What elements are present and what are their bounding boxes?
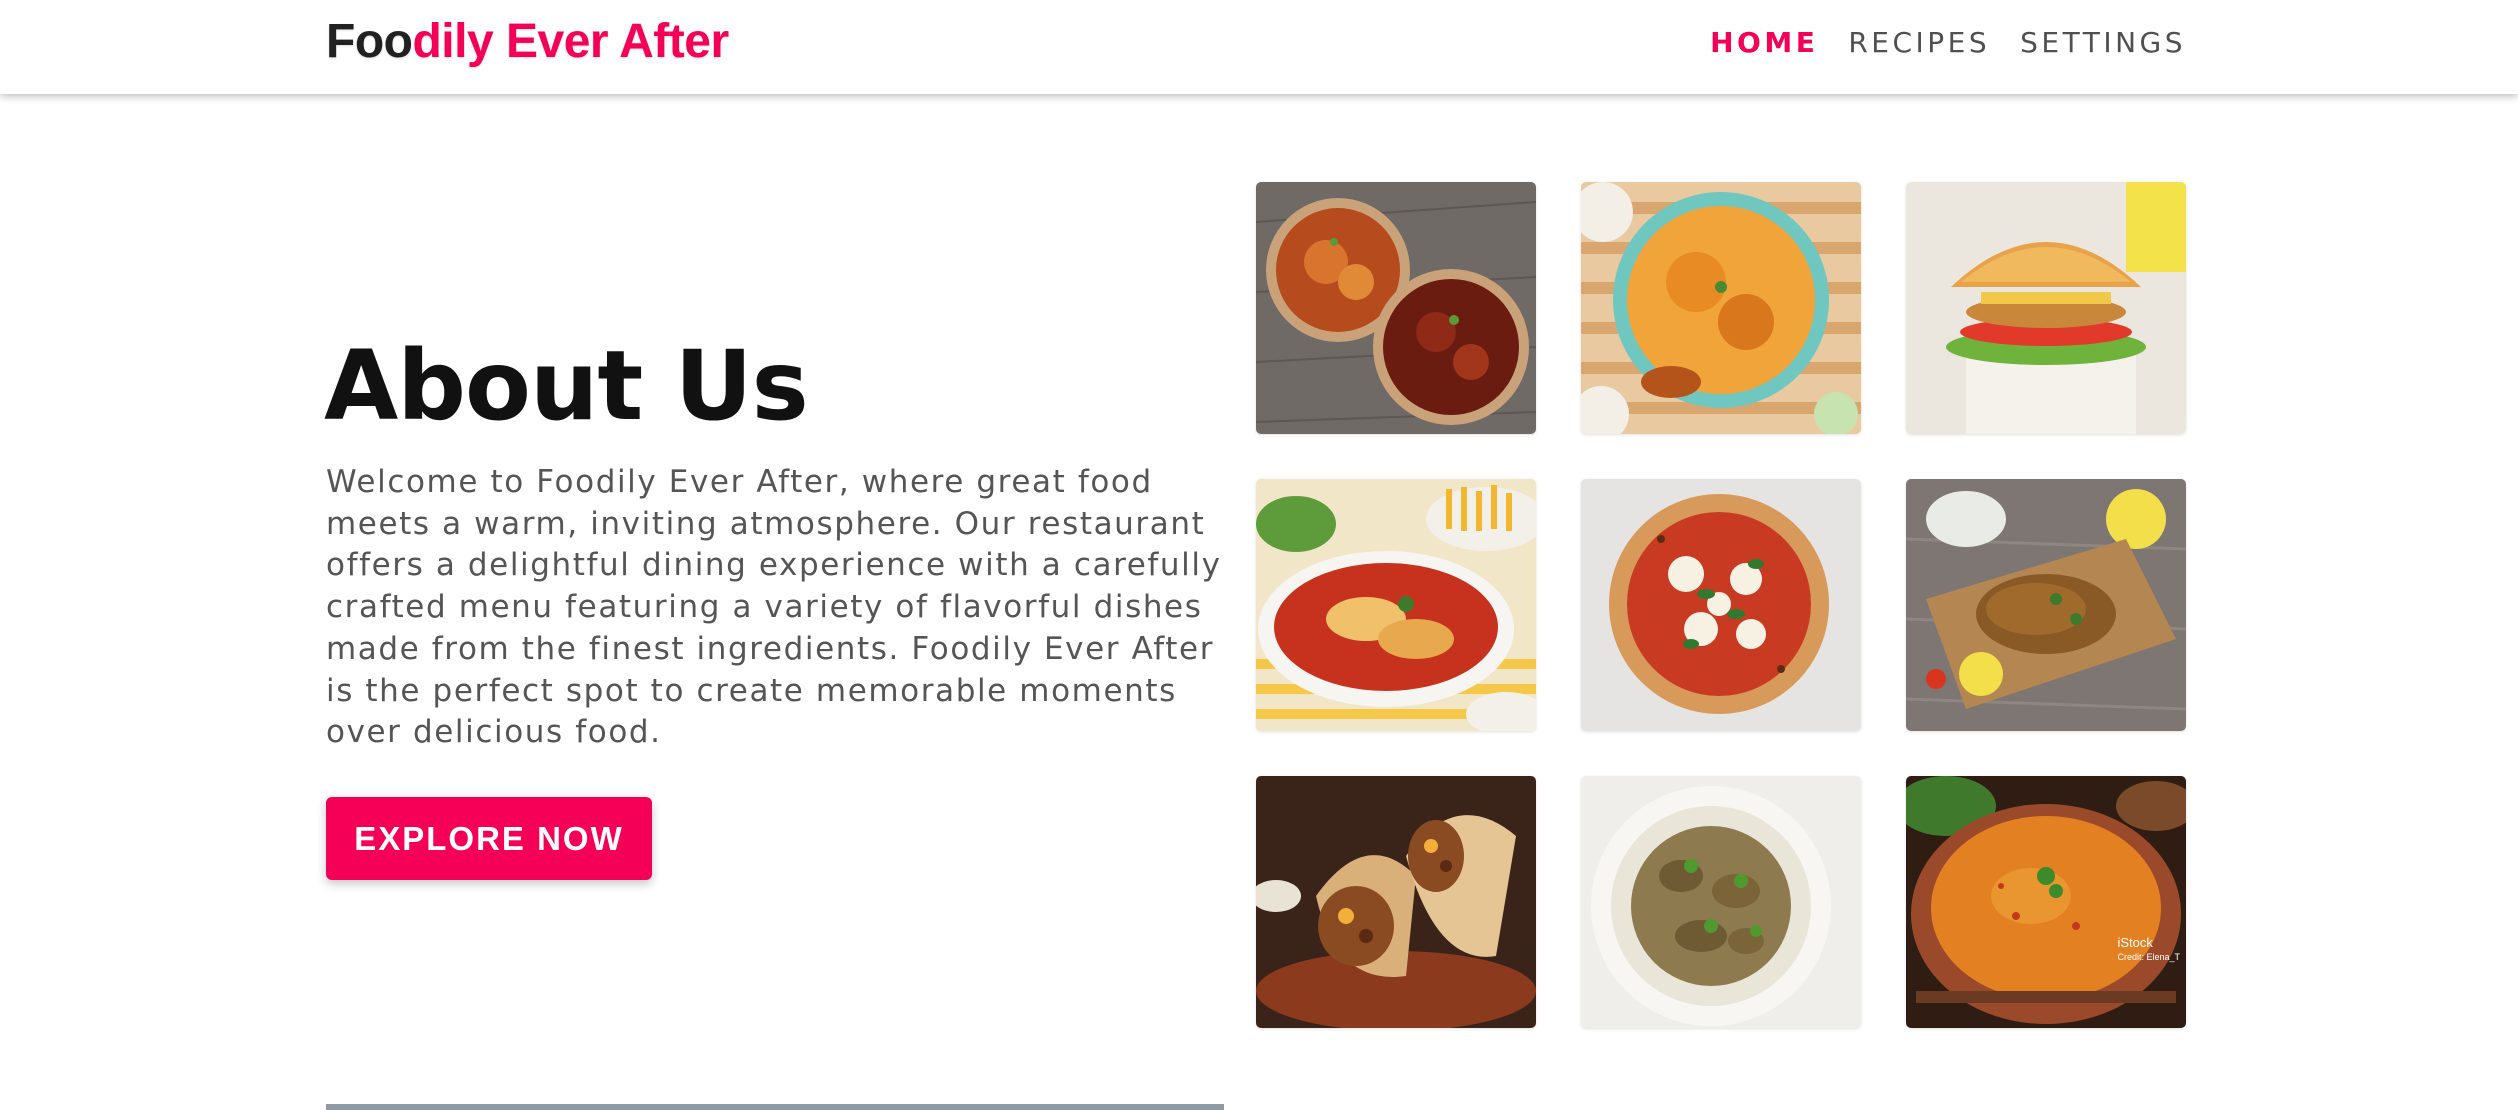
fried-cutlet-image[interactable] (1906, 479, 2186, 731)
next-section-edge (326, 1104, 1224, 1110)
istock-watermark: iStock Credit: Elena_T (2117, 936, 2180, 964)
nav-settings[interactable]: SETTINGS (2020, 26, 2186, 59)
about-title: About Us (324, 330, 809, 442)
margherita-pizza-image[interactable] (1581, 479, 1861, 731)
watermark-credit: Credit: Elena_T (2117, 952, 2180, 962)
nav-recipes[interactable]: RECIPES (1848, 26, 1990, 59)
top-navbar: Foodily Ever After HOME RECIPES SETTINGS (0, 0, 2518, 94)
lentil-soup-image[interactable]: iStock Credit: Elena_T (1906, 776, 2186, 1028)
explore-now-button[interactable]: EXPLORE NOW (326, 797, 652, 880)
nav-home[interactable]: HOME (1710, 26, 1818, 59)
brand-logo-second-part: dily Ever After (412, 15, 729, 68)
noodle-bowls-image[interactable] (1256, 182, 1536, 434)
brand-logo[interactable]: Foodily Ever After (326, 14, 729, 69)
burger-image[interactable] (1906, 182, 2186, 434)
watermark-brand: iStock (2117, 935, 2153, 950)
chicken-curry-image[interactable] (1581, 776, 1861, 1028)
food-gallery: iStock Credit: Elena_T (1256, 182, 2186, 1028)
burrito-image[interactable] (1256, 776, 1536, 1028)
main-nav: HOME RECIPES SETTINGS (1710, 26, 2186, 59)
about-description: Welcome to Foodily Ever After, where gre… (326, 464, 1222, 751)
brand-logo-first-part: Foo (326, 15, 413, 68)
biryani-plate-image[interactable] (1581, 182, 1861, 434)
baked-pasta-image[interactable] (1256, 479, 1536, 731)
